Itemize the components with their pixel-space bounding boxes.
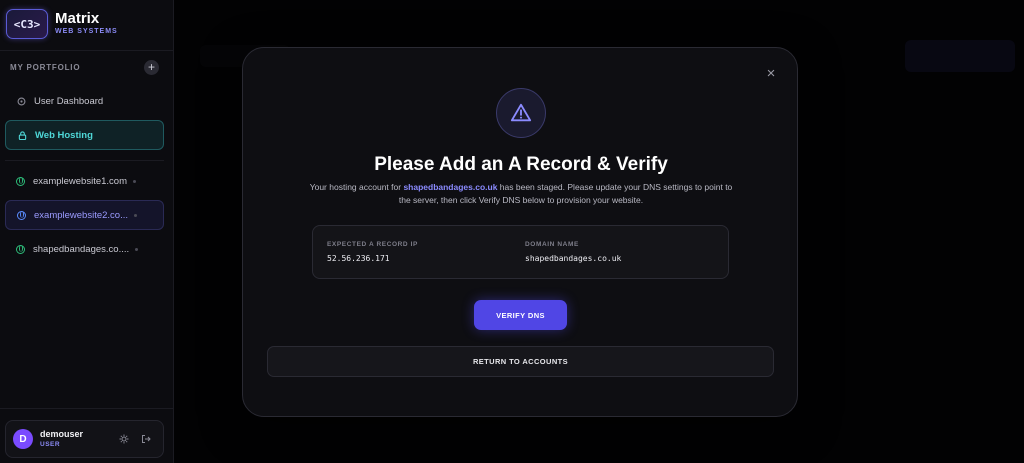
plus-icon: + (147, 60, 155, 74)
sidebar-item-label: User Dashboard (34, 95, 104, 107)
domain-name-value: shapedbandages.co.uk (525, 254, 622, 263)
site-item-examplewebsite2[interactable]: examplewebsite2.co... (5, 200, 164, 230)
site-item-examplewebsite1[interactable]: examplewebsite1.com (5, 166, 164, 196)
sidebar: <C3> Matrix WEB SYSTEMS MY PORTFOLIO + U… (0, 0, 174, 463)
portfolio-label: MY PORTFOLIO (10, 63, 81, 72)
sidebar-footer-divider (0, 408, 174, 409)
globe-icon (17, 210, 26, 220)
brand[interactable]: <C3> Matrix WEB SYSTEMS (6, 6, 118, 42)
domain-name-label: DOMAIN NAME (525, 241, 579, 248)
app-window: <C3> Matrix WEB SYSTEMS MY PORTFOLIO + U… (0, 0, 1024, 463)
verify-dns-button[interactable]: VERIFY DNS (474, 300, 567, 330)
site-item-label: examplewebsite2.co... (34, 209, 128, 221)
warning-icon (496, 88, 546, 138)
sidebar-item-user-dashboard[interactable]: User Dashboard (5, 86, 164, 116)
dns-info-box: EXPECTED A RECORD IP 52.56.236.171 DOMAI… (312, 225, 729, 279)
avatar: D (13, 429, 33, 449)
brand-logo: <C3> (6, 9, 48, 39)
globe-icon (16, 244, 25, 254)
sidebar-divider (0, 50, 174, 51)
user-role: USER (40, 441, 61, 448)
close-icon[interactable]: × (764, 66, 778, 81)
site-item-shapedbandages[interactable]: shapedbandages.co.... (5, 234, 164, 264)
sidebar-item-web-hosting[interactable]: Web Hosting (5, 120, 164, 150)
nav-divider (5, 160, 164, 161)
user-card[interactable]: D demouser USER (5, 420, 164, 458)
record-ip-label: EXPECTED A RECORD IP (327, 241, 418, 248)
desc-prefix: Your hosting account for (309, 182, 404, 192)
status-dot (134, 213, 137, 217)
sun-icon[interactable] (118, 434, 129, 445)
logout-icon[interactable] (140, 434, 151, 445)
verify-dns-modal: × Please Add an A Record & Verify Your h… (242, 47, 798, 417)
site-item-label: examplewebsite1.com (33, 175, 127, 187)
modal-title: Please Add an A Record & Verify (374, 154, 668, 175)
sidebar-item-label: Web Hosting (35, 129, 93, 141)
add-portfolio-button[interactable]: + (144, 60, 159, 75)
status-dot (133, 179, 136, 183)
user-name: demouser (40, 429, 84, 439)
lock-icon (17, 130, 27, 140)
globe-icon (16, 176, 25, 186)
desc-domain: shapedbandages.co.uk (403, 182, 498, 192)
return-to-accounts-button[interactable]: RETURN TO ACCOUNTS (267, 346, 774, 377)
dashboard-icon (16, 96, 26, 106)
status-dot (135, 247, 139, 251)
record-ip-value: 52.56.236.171 (327, 254, 390, 263)
modal-description: Your hosting account for shapedbandages.… (303, 181, 739, 207)
site-item-label: shapedbandages.co.... (33, 243, 130, 255)
brand-subtitle: WEB SYSTEMS (55, 28, 118, 35)
brand-title: Matrix (55, 10, 100, 27)
